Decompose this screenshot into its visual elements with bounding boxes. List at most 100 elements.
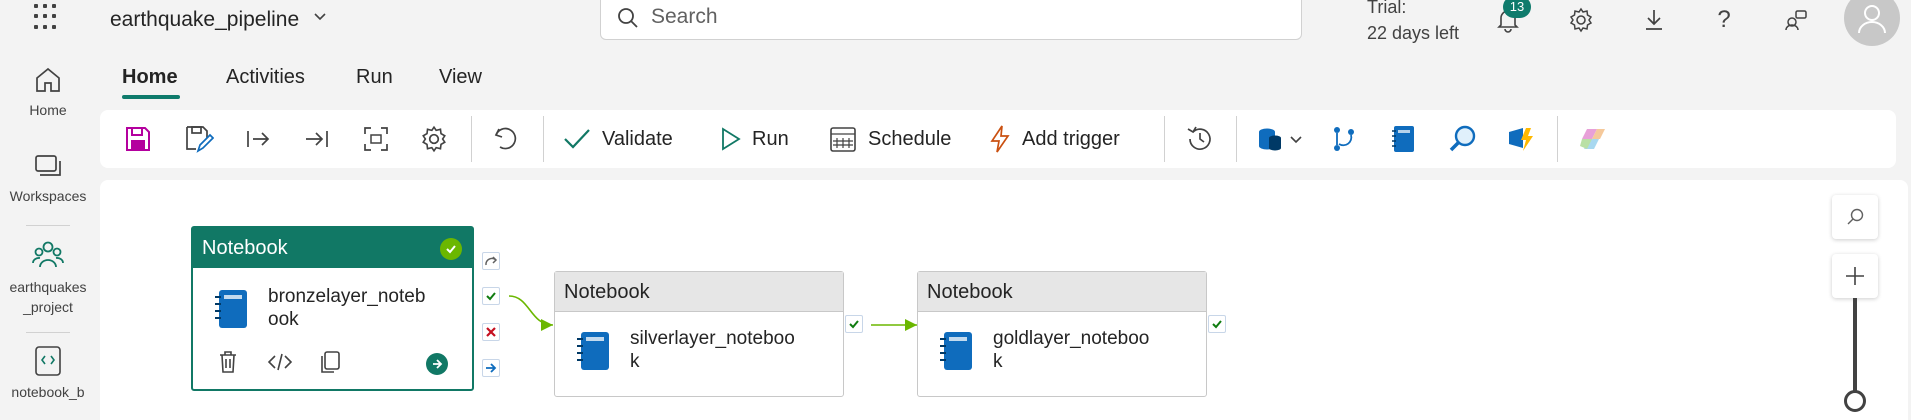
play-icon [722,127,741,151]
notebook-activity-button[interactable] [1390,120,1416,158]
search-icon [1847,208,1864,225]
save-button[interactable] [124,120,152,158]
home-icon [36,67,60,92]
undo-button[interactable] [492,120,520,158]
download-icon [1646,10,1662,30]
feedback-button[interactable] [1780,4,1812,36]
zoom-slider-thumb[interactable] [1844,390,1866,412]
on-success-port[interactable] [1208,315,1226,333]
arrow-right-bar-icon [247,131,270,147]
branch-button[interactable] [1330,120,1358,158]
activity-silver-notebook[interactable]: Notebook silverlayer_noteboo k [554,271,844,397]
activity-type-header: Notebook [555,272,843,312]
nav-item-label: Home [29,102,67,118]
on-success-port[interactable] [482,287,500,305]
copilot-button[interactable] [1578,120,1608,158]
lightning-icon [990,125,1010,153]
ribbon-divider [1164,116,1165,162]
outdent-button[interactable] [303,120,331,158]
tab-activities[interactable]: Activities [226,66,305,89]
avatar[interactable] [1844,0,1900,46]
undo-icon [494,127,517,150]
fit-view-icon [364,127,388,151]
on-success-port[interactable] [845,315,863,333]
activity-name-line2: k [993,351,1003,372]
search-box[interactable] [600,0,1302,40]
save-icon [126,127,150,151]
notebook-icon [35,346,61,376]
activity-name-line2: ook [268,309,299,330]
activity-type-header: Notebook [193,228,472,268]
settings-button[interactable] [420,120,448,158]
activity-name[interactable]: silverlayer_noteboo k [630,327,830,373]
auto-align-button[interactable] [362,120,390,158]
save-as-button[interactable] [184,120,214,158]
arrow-right-icon [486,363,497,373]
history-icon [1187,126,1211,150]
on-skip-port[interactable] [482,252,500,270]
plus-icon [1846,267,1864,285]
schedule-button[interactable]: Schedule [828,120,951,158]
help-button[interactable]: ? [1708,4,1740,36]
trial-status: Trial: 22 days left [1367,0,1459,46]
notebook-icon [215,290,247,328]
tab-home[interactable]: Home [122,66,178,89]
run-history-button[interactable] [1185,120,1215,158]
search-input[interactable] [651,5,1251,29]
notification-badge: 13 [1503,0,1531,18]
nav-item-notebook[interactable]: notebook_b [0,344,96,400]
activity-gold-notebook[interactable]: Notebook goldlayer_noteboo k [917,271,1207,397]
calendar-icon [830,127,856,152]
pipeline-canvas[interactable]: Notebook bronzelayer_noteb ook Notebook … [100,180,1908,420]
zoom-slider-track[interactable] [1853,298,1857,398]
copy-data-button[interactable] [1255,120,1303,158]
activity-name[interactable]: bronzelayer_noteb ook [268,285,458,331]
tab-run[interactable]: Run [356,66,393,89]
open-notebook-button[interactable] [426,353,448,375]
canvas-search-button[interactable] [1832,195,1878,239]
feedback-icon [1785,10,1807,31]
run-button[interactable]: Run [718,120,789,158]
dataflow-button[interactable] [1506,120,1536,158]
on-completion-port[interactable] [482,359,500,377]
notebook-icon [940,332,972,370]
indent-button[interactable] [244,120,272,158]
x-icon [486,327,496,337]
activity-name-line1: silverlayer_noteboo [630,328,795,349]
validate-button[interactable]: Validate [562,120,673,158]
nav-item-project[interactable]: earthquakes _project [0,237,96,317]
copy-icon[interactable] [319,350,341,374]
settings-button[interactable] [1565,4,1597,36]
arrow-to-end-icon [306,131,328,147]
zoom-in-button[interactable] [1832,254,1878,298]
pipeline-name[interactable]: earthquake_pipeline [110,8,299,32]
lookup-button[interactable] [1448,120,1478,158]
search-icon [618,8,638,28]
arrow-right-icon [433,359,443,369]
activity-bronze-notebook[interactable]: Notebook bronzelayer_noteb ook [191,226,474,391]
ribbon-divider [471,116,472,162]
checkmark-icon [564,129,590,149]
on-fail-port[interactable] [482,323,500,341]
activity-name[interactable]: goldlayer_noteboo k [993,327,1193,373]
delete-icon[interactable] [217,350,239,374]
gear-icon [422,125,446,153]
app-launcher-icon[interactable] [34,4,60,30]
activity-name-line2: k [630,351,640,372]
ribbon-divider [543,116,544,162]
nav-item-label: notebook_b [11,384,85,400]
save-edit-icon [186,126,214,153]
chevron-down-icon[interactable] [312,8,328,29]
nav-item-workspaces[interactable]: Workspaces [0,150,96,204]
lookup-icon [1449,125,1476,152]
workspaces-icon [35,155,61,176]
nav-item-label: Workspaces [9,188,87,204]
check-icon [1212,320,1222,329]
active-tab-indicator [122,95,180,99]
add-trigger-button[interactable]: Add trigger [988,120,1120,158]
nav-item-home[interactable]: Home [0,64,96,118]
skip-arrow-icon [485,256,498,266]
download-button[interactable] [1638,4,1670,36]
code-icon[interactable] [267,352,293,372]
tab-view[interactable]: View [439,66,482,89]
